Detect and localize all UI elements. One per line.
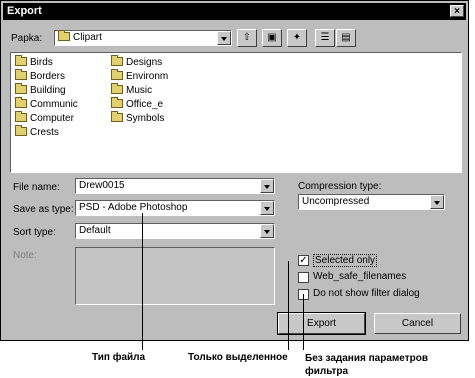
look-in-dropdown[interactable]: Clipart (54, 30, 232, 46)
notes-label: Note: (13, 250, 37, 261)
web-safe-filenames-checkbox[interactable] (298, 272, 309, 283)
folder-icon (111, 83, 123, 94)
window-title: Export (7, 5, 42, 17)
notes-field (75, 247, 275, 305)
close-icon[interactable]: × (450, 5, 464, 17)
do-not-show-filter-dialog-label[interactable]: Do not show filter dialog (313, 288, 420, 299)
chevron-down-icon[interactable] (217, 31, 231, 45)
annotation-leader (288, 261, 289, 350)
export-button[interactable]: Export (277, 312, 366, 335)
file-name-label: File name: (13, 182, 60, 193)
folder-icon (15, 111, 27, 122)
annotation-selected-only: Только выделенное (188, 352, 288, 363)
compression-value: Uncompressed (302, 196, 370, 207)
details-view-icon[interactable]: ▤ (336, 29, 356, 47)
chevron-down-icon[interactable] (260, 224, 274, 238)
folder-icon (15, 55, 27, 66)
save-as-type-value: PSD - Adobe Photoshop (79, 202, 188, 213)
sort-type-dropdown[interactable]: Default (75, 223, 275, 239)
folder-icon (111, 111, 123, 122)
list-item[interactable]: Communic (15, 97, 78, 111)
annotation-leader (142, 213, 143, 350)
folder-icon (58, 30, 70, 41)
save-as-type-dropdown[interactable]: PSD - Adobe Photoshop (75, 200, 275, 216)
list-item[interactable]: Crests (15, 125, 59, 139)
new-folder-icon[interactable]: ✦ (287, 29, 307, 47)
folder-icon (15, 97, 27, 108)
list-item[interactable]: Birds (15, 55, 53, 69)
up-folder-icon[interactable]: ⇧ (237, 29, 257, 47)
annotation-no-filter-params: Без задания параметров фильтра (305, 353, 428, 377)
desktop-icon[interactable]: ▣ (262, 29, 282, 47)
chevron-down-icon[interactable] (430, 195, 444, 209)
title-bar[interactable]: Export × (3, 3, 466, 20)
compression-dropdown[interactable]: Uncompressed (298, 194, 445, 210)
look-in-value: Clipart (73, 32, 102, 43)
list-item[interactable]: Building (15, 83, 66, 97)
list-item[interactable]: Environm (111, 69, 168, 83)
file-list[interactable]: Birds Borders Building Communic Computer… (10, 52, 462, 173)
export-dialog: Export × Papka: Clipart ⇧ ▣ ✦ ☰ ▤ Birds … (0, 0, 469, 341)
look-in-label: Papka: (11, 33, 43, 44)
sort-type-value: Default (79, 225, 111, 236)
folder-icon (15, 125, 27, 136)
list-item[interactable]: Symbols (111, 111, 164, 125)
list-item[interactable]: Office_e (111, 97, 163, 111)
annotation-leader (303, 294, 304, 350)
cancel-button[interactable]: Cancel (374, 313, 461, 334)
list-item[interactable]: Borders (15, 69, 65, 83)
folder-icon (15, 69, 27, 80)
compression-label: Compression type: (298, 181, 382, 192)
annotation-file-type: Тип файла (92, 352, 146, 363)
file-name-value: Drew0015 (79, 180, 125, 191)
selected-only-label[interactable]: Selected only (313, 254, 378, 267)
list-item[interactable]: Music (111, 83, 152, 97)
chevron-down-icon[interactable] (260, 201, 274, 215)
list-item[interactable]: Computer (15, 111, 74, 125)
folder-icon (111, 97, 123, 108)
sort-type-label: Sort type: (13, 227, 56, 238)
save-as-type-label: Save as type: (13, 204, 74, 215)
folder-icon (111, 69, 123, 80)
web-safe-filenames-label[interactable]: Web_safe_filenames (313, 271, 406, 282)
list-item[interactable]: Designs (111, 55, 162, 69)
file-name-field[interactable]: Drew0015 (75, 178, 275, 194)
list-view-icon[interactable]: ☰ (315, 29, 335, 47)
chevron-down-icon[interactable] (260, 179, 274, 193)
folder-icon (111, 55, 123, 66)
selected-only-checkbox[interactable]: ✓ (298, 255, 309, 266)
folder-icon (15, 83, 27, 94)
